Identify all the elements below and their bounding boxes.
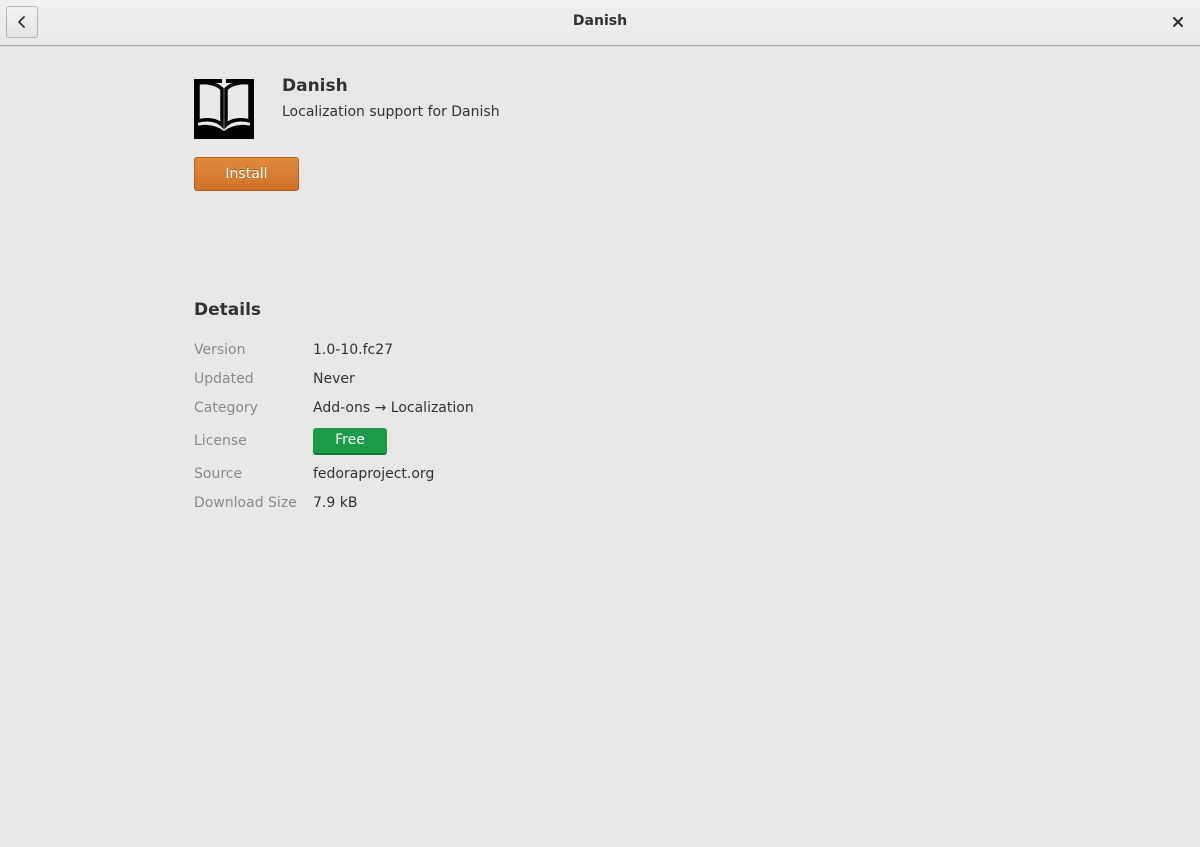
download-size-value: 7.9 kB <box>313 495 358 511</box>
app-summary: Localization support for Danish <box>282 104 500 120</box>
header-bar: Danish <box>0 0 1200 46</box>
download-size-label: Download Size <box>194 495 297 511</box>
license-badge[interactable]: Free <box>313 428 387 455</box>
updated-value: Never <box>313 371 355 387</box>
close-icon <box>1173 17 1183 27</box>
book-icon <box>194 79 254 139</box>
source-value: fedoraproject.org <box>313 466 435 482</box>
category-label: Category <box>194 400 258 416</box>
window-title: Danish <box>572 13 628 29</box>
install-button[interactable]: Install <box>194 157 299 191</box>
category-value: Add-ons → Localization <box>313 400 474 416</box>
app-name: Danish <box>282 76 348 96</box>
version-label: Version <box>194 342 246 358</box>
details-heading: Details <box>194 300 262 320</box>
version-value: 1.0-10.fc27 <box>313 342 394 358</box>
close-button[interactable] <box>1170 14 1186 30</box>
updated-label: Updated <box>194 371 254 387</box>
license-label: License <box>194 433 247 449</box>
source-label: Source <box>194 466 243 482</box>
